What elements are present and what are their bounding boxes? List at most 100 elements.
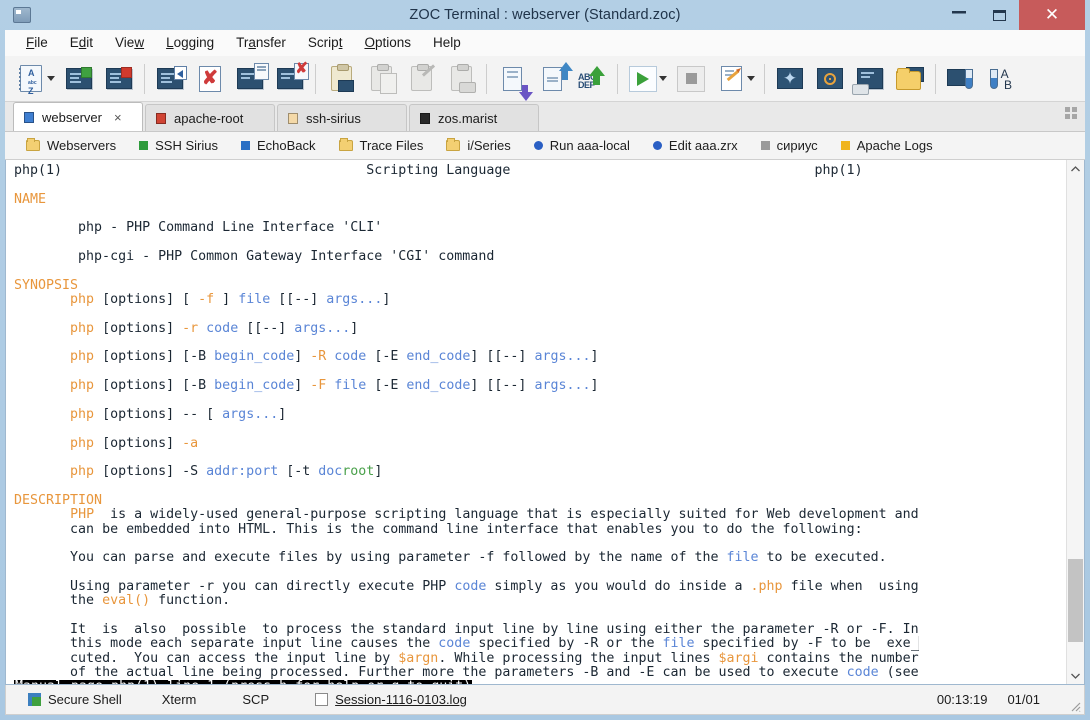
- remove-session-button[interactable]: ✘: [270, 59, 310, 99]
- status-connection[interactable]: Secure Shell: [6, 692, 132, 707]
- tab-close-icon[interactable]: ×: [114, 110, 122, 125]
- tab-strip: webserver × apache-root ssh-sirius zos.m…: [5, 102, 1085, 132]
- menu-item-file[interactable]: File: [15, 32, 59, 53]
- terminal-synopsis-line: php [options] [-B begin_code] -R code [-…: [70, 349, 599, 365]
- dot-marker-icon: [652, 141, 662, 150]
- disconnect-button[interactable]: [99, 59, 139, 99]
- font-options-button[interactable]: A B: [981, 59, 1021, 99]
- connect-button[interactable]: [59, 59, 99, 99]
- terminal-options-button[interactable]: [941, 59, 981, 99]
- screen-target-icon: [817, 68, 843, 89]
- bookmark-run-aaa-local[interactable]: Run aaa-local: [525, 136, 639, 155]
- paste-to-host-button[interactable]: [321, 59, 361, 99]
- clone-session-button[interactable]: [230, 59, 270, 99]
- toolbar: Aabc Z ✘ ✘ ABC DEF ✦ A B: [5, 56, 1085, 102]
- terminal-description-line: of the actual line being processed. Furt…: [70, 665, 919, 681]
- terminal-screen[interactable]: php(1) Scripting Language php(1) NAME php…: [6, 160, 1066, 684]
- clipboard-print-icon: [446, 64, 476, 93]
- address-book-button[interactable]: Aabc Z: [11, 59, 51, 99]
- menu-item-edit[interactable]: Edit: [59, 32, 104, 53]
- bookmark-trace-files[interactable]: Trace Files: [330, 136, 433, 155]
- terminal-description-line: [14, 537, 1066, 551]
- tab-apache-root[interactable]: apache-root: [145, 104, 275, 131]
- window-controls: ✕: [939, 0, 1085, 30]
- menu-item-script[interactable]: Script: [297, 32, 354, 53]
- bookmark-apache-logs[interactable]: Apache Logs: [832, 136, 942, 155]
- edit-clipboard-button[interactable]: [401, 59, 441, 99]
- bookmark-echoback[interactable]: EchoBack: [232, 136, 325, 155]
- secure-shell-icon: [28, 693, 41, 706]
- scrollbar-track[interactable]: [1067, 177, 1084, 667]
- bookmark-ssh-sirius[interactable]: SSH Sirius: [130, 136, 227, 155]
- scrollbar-thumb[interactable]: [1068, 559, 1083, 643]
- maximize-button[interactable]: [979, 0, 1019, 30]
- title-bar: ZOC Terminal : webserver (Standard.zoc) …: [5, 0, 1085, 30]
- terminal-description-line: this mode each separate input line cause…: [70, 636, 919, 652]
- stop-square-icon: [677, 65, 705, 92]
- close-button[interactable]: ✕: [1019, 0, 1085, 30]
- resize-grip-icon[interactable]: [1069, 700, 1081, 712]
- scroll-down-arrow-icon[interactable]: [1067, 667, 1084, 684]
- tab-webserver[interactable]: webserver ×: [13, 102, 143, 131]
- status-logfile[interactable]: Session-1116-0103.log: [279, 692, 477, 707]
- tab-zos-marist[interactable]: zos.marist: [409, 104, 539, 131]
- abc-upload-icon: ABC DEF: [577, 65, 607, 93]
- download-button[interactable]: [492, 59, 533, 101]
- log-checkbox[interactable]: [315, 693, 329, 706]
- terminal-description-line: [14, 609, 1066, 623]
- print-clipboard-button[interactable]: [441, 59, 481, 99]
- connect-screen-green-icon: [64, 65, 94, 93]
- edit-script-button[interactable]: [711, 59, 751, 99]
- folder-open-screen-icon: [895, 65, 925, 93]
- copy-button[interactable]: [361, 59, 401, 99]
- menu-item-options[interactable]: Options: [353, 32, 422, 53]
- terminal-scrollbar[interactable]: [1066, 160, 1084, 684]
- menu-item-logging[interactable]: Logging: [155, 32, 225, 53]
- terminal-header-line: php(1) Scripting Language php(1): [14, 163, 863, 178]
- screen-target-button[interactable]: [810, 59, 850, 99]
- scroll-up-arrow-icon[interactable]: [1067, 160, 1084, 177]
- menu-item-help[interactable]: Help: [422, 32, 472, 53]
- stop-script-button[interactable]: [671, 59, 711, 99]
- session-remove-icon: ✘: [275, 61, 309, 93]
- bookmark-sirius[interactable]: сириус: [752, 136, 827, 155]
- bookmark-edit-aaa-zrx[interactable]: Edit aaa.zrx: [644, 136, 747, 155]
- menu-item-view[interactable]: View: [104, 32, 155, 53]
- status-connection-label: Secure Shell: [48, 692, 122, 707]
- close-session-button[interactable]: ✘: [190, 59, 230, 99]
- open-folder-button[interactable]: [890, 59, 930, 99]
- status-transfer[interactable]: SCP: [206, 692, 279, 707]
- folder-icon: [26, 138, 40, 151]
- upload-ascii-button[interactable]: ABC DEF: [572, 59, 612, 99]
- file-upload-icon: [537, 61, 573, 93]
- script-pencil-icon: [716, 65, 746, 93]
- status-emulation[interactable]: Xterm: [132, 692, 207, 707]
- upload-button[interactable]: [532, 59, 573, 99]
- terminal-name-line: php - PHP Command Line Interface 'CLI': [14, 220, 383, 236]
- minimize-button[interactable]: [939, 0, 979, 30]
- terminal-section-synopsis: SYNOPSIS: [14, 277, 79, 293]
- pager-status-text: Manual page php(1) line 1 (press h for h…: [14, 680, 473, 684]
- clear-screen-star-icon: ✦: [777, 68, 803, 89]
- rerun-session-button[interactable]: [150, 59, 190, 99]
- tab-ssh-sirius[interactable]: ssh-sirius: [277, 104, 407, 131]
- bookmark-label: Edit aaa.zrx: [668, 138, 738, 153]
- clipboard-screen-icon: [326, 64, 356, 93]
- tab-grid-icon[interactable]: [1065, 107, 1078, 125]
- run-script-button[interactable]: [623, 59, 663, 99]
- print-screen-button[interactable]: [850, 59, 890, 99]
- tab-label: zos.marist: [438, 110, 498, 126]
- bookmark-i-series[interactable]: i/Series: [437, 136, 519, 155]
- bookmark-webservers[interactable]: Webservers: [17, 136, 125, 155]
- tab-status-square-icon: [288, 112, 298, 124]
- clipboard-copy-icon: [366, 64, 397, 94]
- toolbar-separator: [617, 63, 618, 94]
- clear-screen-button[interactable]: ✦: [770, 59, 810, 99]
- menu-item-transfer[interactable]: Transfer: [225, 32, 297, 53]
